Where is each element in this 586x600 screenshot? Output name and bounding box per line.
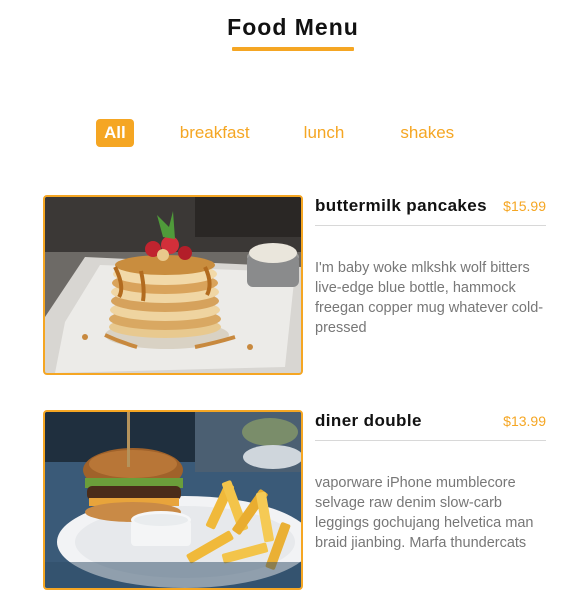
menu-item-photo [43,410,303,590]
menu-item: buttermilk pancakes $15.99 I'm baby woke… [43,195,546,376]
menu-item-name: diner double [315,411,422,430]
menu-item-description: I'm baby woke mlkshk wolf bitters live-e… [315,260,544,336]
filter-all-button[interactable]: All [96,119,134,147]
menu-item-name: buttermilk pancakes [315,196,487,215]
page-header: Food Menu [0,14,586,51]
filter-lunch-button[interactable]: lunch [296,119,353,147]
menu-item-header: buttermilk pancakes $15.99 [315,195,546,226]
menu-item-description: vaporware iPhone mumblecore selvage raw … [315,475,534,551]
menu-item-price: $13.99 [503,413,546,429]
menu-item-info: buttermilk pancakes $15.99 I'm baby woke… [315,195,546,338]
pancakes-image [45,197,301,373]
menu-item-info: diner double $13.99 vaporware iPhone mum… [315,410,546,553]
menu-item-price: $15.99 [503,198,546,214]
menu-item-photo [43,195,303,375]
menu-item-header: diner double $13.99 [315,410,546,441]
menu-item: diner double $13.99 vaporware iPhone mum… [43,410,546,591]
category-filters: All breakfast lunch shakes [96,118,462,148]
page-title: Food Menu [227,14,359,40]
burger-image [45,412,301,588]
title-underline [232,47,354,51]
filter-breakfast-button[interactable]: breakfast [172,119,258,147]
filter-shakes-button[interactable]: shakes [392,119,462,147]
